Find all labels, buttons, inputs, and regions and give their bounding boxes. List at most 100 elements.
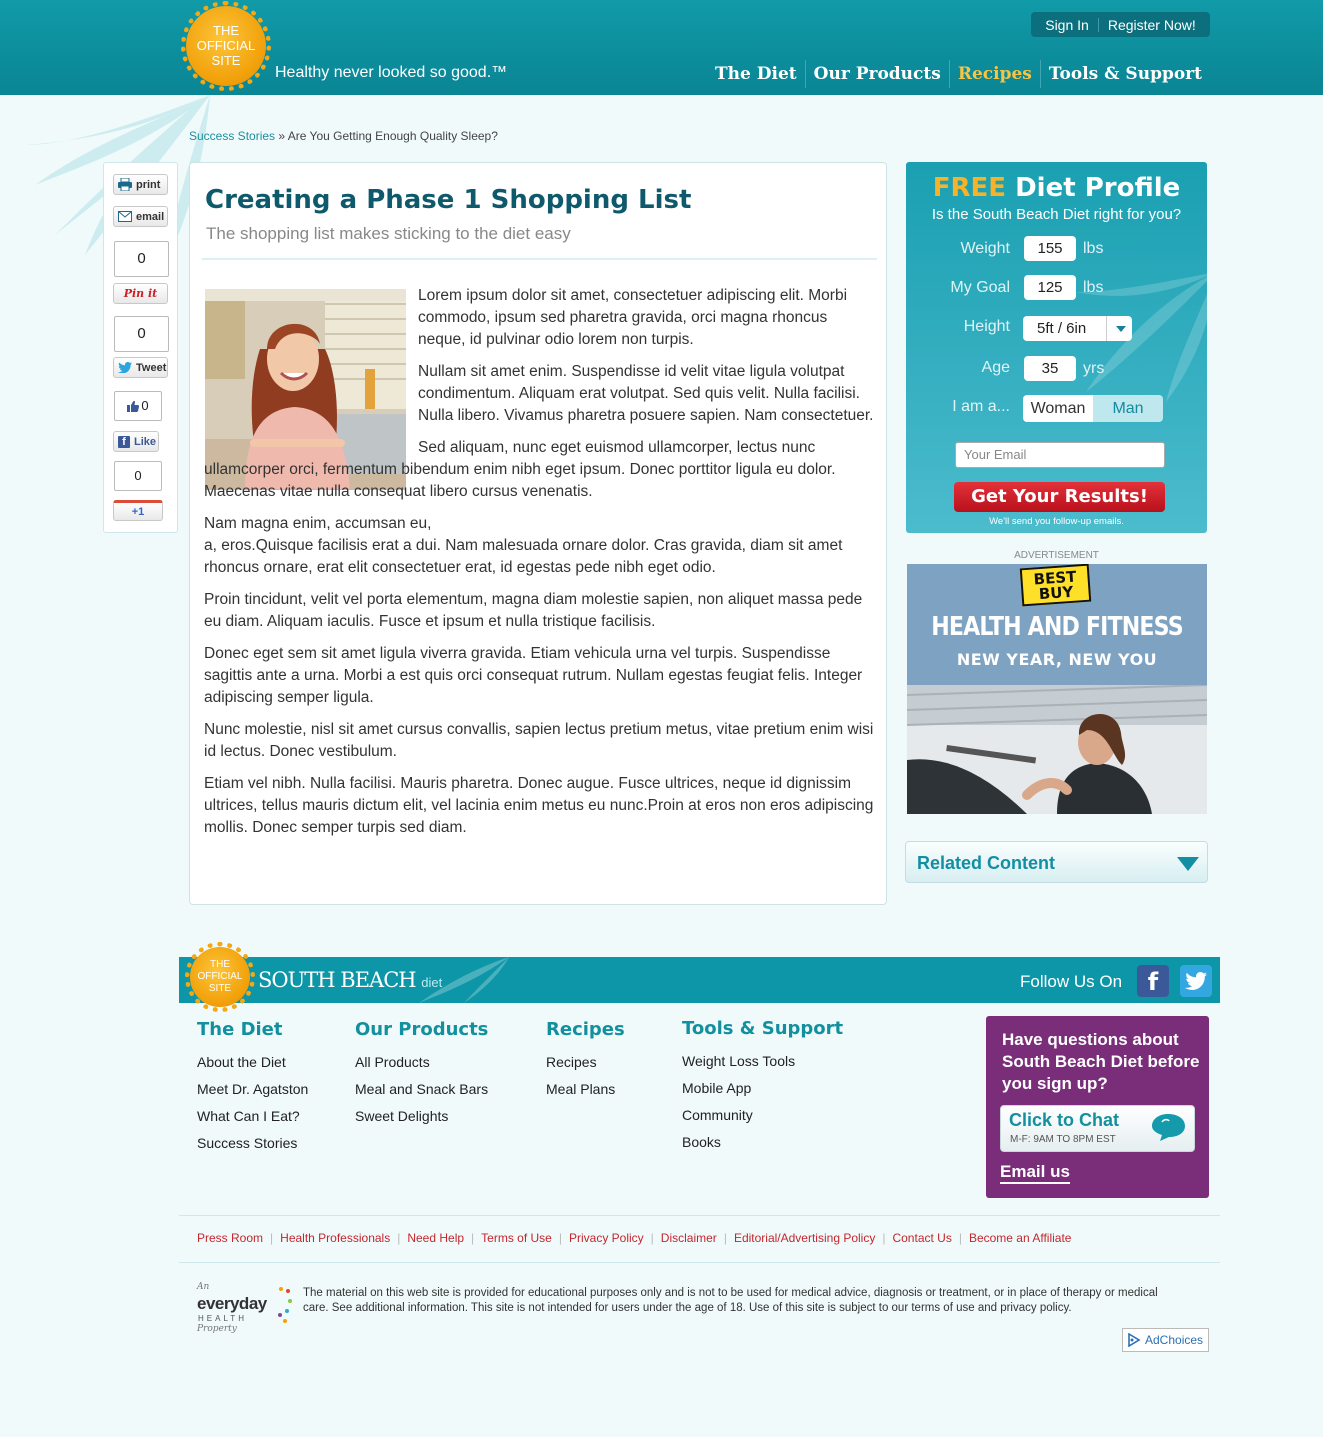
legal-link[interactable]: Need Help	[407, 1231, 464, 1245]
email-input[interactable]: Your Email	[955, 442, 1165, 468]
footer-link[interactable]: About the Diet	[197, 1049, 308, 1076]
footer-link[interactable]: Meal Plans	[546, 1076, 625, 1103]
related-content-label: Related Content	[917, 853, 1056, 873]
facebook-count-box: 0	[114, 391, 162, 421]
goal-unit: lbs	[1083, 279, 1104, 296]
sign-in-link[interactable]: Sign In	[1045, 17, 1089, 33]
footer-link[interactable]: Meet Dr. Agatston	[197, 1076, 308, 1103]
chat-bubble-icon	[1152, 1114, 1185, 1141]
footer-link[interactable]: Sweet Delights	[355, 1103, 488, 1130]
footer-column-title[interactable]: Tools & Support	[682, 1018, 843, 1039]
weight-input[interactable]: 155	[1024, 236, 1076, 261]
age-input[interactable]: 35	[1024, 356, 1076, 381]
footer-link[interactable]: All Products	[355, 1049, 488, 1076]
follow-us-label: Follow Us On	[1020, 972, 1123, 991]
legal-link[interactable]: Privacy Policy	[569, 1231, 644, 1245]
twitter-icon[interactable]	[1180, 965, 1212, 997]
footer-divider	[179, 1215, 1220, 1216]
gplus-count: 0	[114, 461, 162, 491]
footer-official-seal: THE OFFICIAL SITE	[185, 942, 255, 1012]
facebook-like-button[interactable]: f Like	[113, 431, 159, 452]
best-buy-ad[interactable]: BEST BUY HEALTH AND FITNESS NEW YEAR, NE…	[907, 564, 1207, 814]
related-content-dropdown[interactable]: Related Content	[905, 841, 1208, 883]
google-plus-button[interactable]: +1	[113, 500, 163, 521]
footer-link[interactable]: Community	[682, 1102, 843, 1129]
printer-icon	[118, 178, 132, 191]
footer-link[interactable]: Meal and Snack Bars	[355, 1076, 488, 1103]
legal-separator: |	[397, 1231, 401, 1245]
chat-button-label: Click to Chat	[1009, 1110, 1120, 1130]
register-link[interactable]: Register Now!	[1108, 17, 1196, 33]
print-button[interactable]: print	[113, 174, 168, 195]
gender-woman-option[interactable]: Woman	[1023, 395, 1093, 422]
nav-tools-support[interactable]: Tools & Support	[1039, 60, 1210, 88]
article-paragraph: Etiam vel nibh. Nulla facilisi. Mauris p…	[204, 775, 874, 836]
chat-promo: Have questions about South Beach Diet be…	[986, 1016, 1209, 1198]
footer-column-title[interactable]: Recipes	[546, 1019, 625, 1040]
footer-brand[interactable]: SOUTH BEACH diet	[258, 968, 442, 992]
chat-hours: M-F: 9AM TO 8PM EST	[1010, 1134, 1116, 1145]
height-label: Height	[963, 318, 1010, 335]
footer-link[interactable]: Books	[682, 1129, 843, 1156]
legal-separator: |	[958, 1231, 962, 1245]
facebook-f-icon: f	[118, 435, 130, 448]
click-to-chat-button[interactable]: Click to Chat M-F: 9AM TO 8PM EST	[1000, 1105, 1195, 1152]
facebook-count: 0	[141, 398, 149, 413]
weight-label: Weight	[960, 240, 1010, 257]
email-share-button[interactable]: email	[113, 206, 168, 227]
print-label: print	[136, 178, 161, 191]
legal-separator: |	[650, 1231, 654, 1245]
email-us-link[interactable]: Email us	[1000, 1162, 1070, 1184]
pinterest-label: Pin it	[123, 287, 158, 300]
chevron-down-icon	[1177, 857, 1199, 871]
nav-our-products[interactable]: Our Products	[804, 60, 949, 88]
legal-link[interactable]: Editorial/Advertising Policy	[734, 1231, 875, 1245]
auth-links: Sign In Register Now!	[1031, 12, 1210, 37]
article-paragraph: Nullam sit amet enim. Suspendisse id vel…	[418, 363, 874, 424]
everyday-health-logo[interactable]: An everyday HEALTH Property	[197, 1282, 293, 1337]
legal-link[interactable]: Become an Affiliate	[969, 1231, 1072, 1245]
article-paragraph: Nam magna enim, accumsan eu,	[204, 515, 432, 532]
get-results-button[interactable]: Get Your Results!	[954, 482, 1165, 512]
breadcrumb-current: Are You Getting Enough Quality Sleep?	[287, 129, 498, 143]
facebook-like-label: Like	[134, 435, 157, 448]
chevron-down-icon	[1106, 316, 1132, 341]
footer-link[interactable]: What Can I Eat?	[197, 1103, 308, 1130]
goal-input[interactable]: 125	[1024, 275, 1076, 300]
adchoices-icon	[1128, 1333, 1141, 1347]
facebook-icon[interactable]: f	[1137, 965, 1169, 997]
footer-link[interactable]: Weight Loss Tools	[682, 1048, 843, 1075]
tweet-label: Tweet	[136, 361, 167, 374]
footer-column-title[interactable]: Our Products	[355, 1019, 488, 1040]
official-site-seal[interactable]: THE OFFICIAL SITE	[181, 1, 271, 91]
legal-link[interactable]: Health Professionals	[280, 1231, 390, 1245]
height-select[interactable]: 5ft / 6in	[1023, 316, 1132, 341]
breadcrumb-link[interactable]: Success Stories	[189, 129, 275, 143]
adchoices-button[interactable]: AdChoices	[1122, 1328, 1209, 1352]
followup-note: We'll send you follow-up emails.	[989, 516, 1124, 527]
twitter-bird-icon	[118, 362, 132, 373]
tweet-button[interactable]: Tweet	[113, 357, 168, 378]
ad-label: ADVERTISEMENT	[1014, 550, 1099, 561]
footer-column-title[interactable]: The Diet	[197, 1019, 308, 1040]
nav-recipes[interactable]: Recipes	[948, 60, 1040, 88]
main-nav: The Diet Our Products Recipes Tools & Su…	[707, 60, 1210, 88]
pinterest-button[interactable]: Pin it	[113, 283, 168, 304]
footer-column-tools-support: Tools & Support Weight Loss Tools Mobile…	[682, 1018, 843, 1156]
legal-link[interactable]: Terms of Use	[481, 1231, 552, 1245]
article-paragraph-text: Sed aliquam, nunc eget euismod ullamcorp…	[204, 439, 836, 500]
legal-link[interactable]: Contact Us	[892, 1231, 951, 1245]
profile-title-text: Diet Profile	[1015, 173, 1181, 203]
age-label: Age	[981, 359, 1010, 376]
weight-unit: lbs	[1083, 240, 1104, 257]
footer-link[interactable]: Success Stories	[197, 1130, 308, 1157]
gender-man-option[interactable]: Man	[1093, 395, 1163, 422]
tagline: Healthy never looked so good.™	[275, 64, 508, 81]
nav-the-diet[interactable]: The Diet	[707, 60, 805, 88]
footer-link[interactable]: Mobile App	[682, 1075, 843, 1102]
gender-label: I am a...	[952, 398, 1010, 415]
footer-link[interactable]: Recipes	[546, 1049, 625, 1076]
legal-link[interactable]: Disclaimer	[661, 1231, 717, 1245]
chat-question: Have questions about South Beach Diet be…	[1002, 1030, 1200, 1093]
legal-link[interactable]: Press Room	[197, 1231, 263, 1245]
